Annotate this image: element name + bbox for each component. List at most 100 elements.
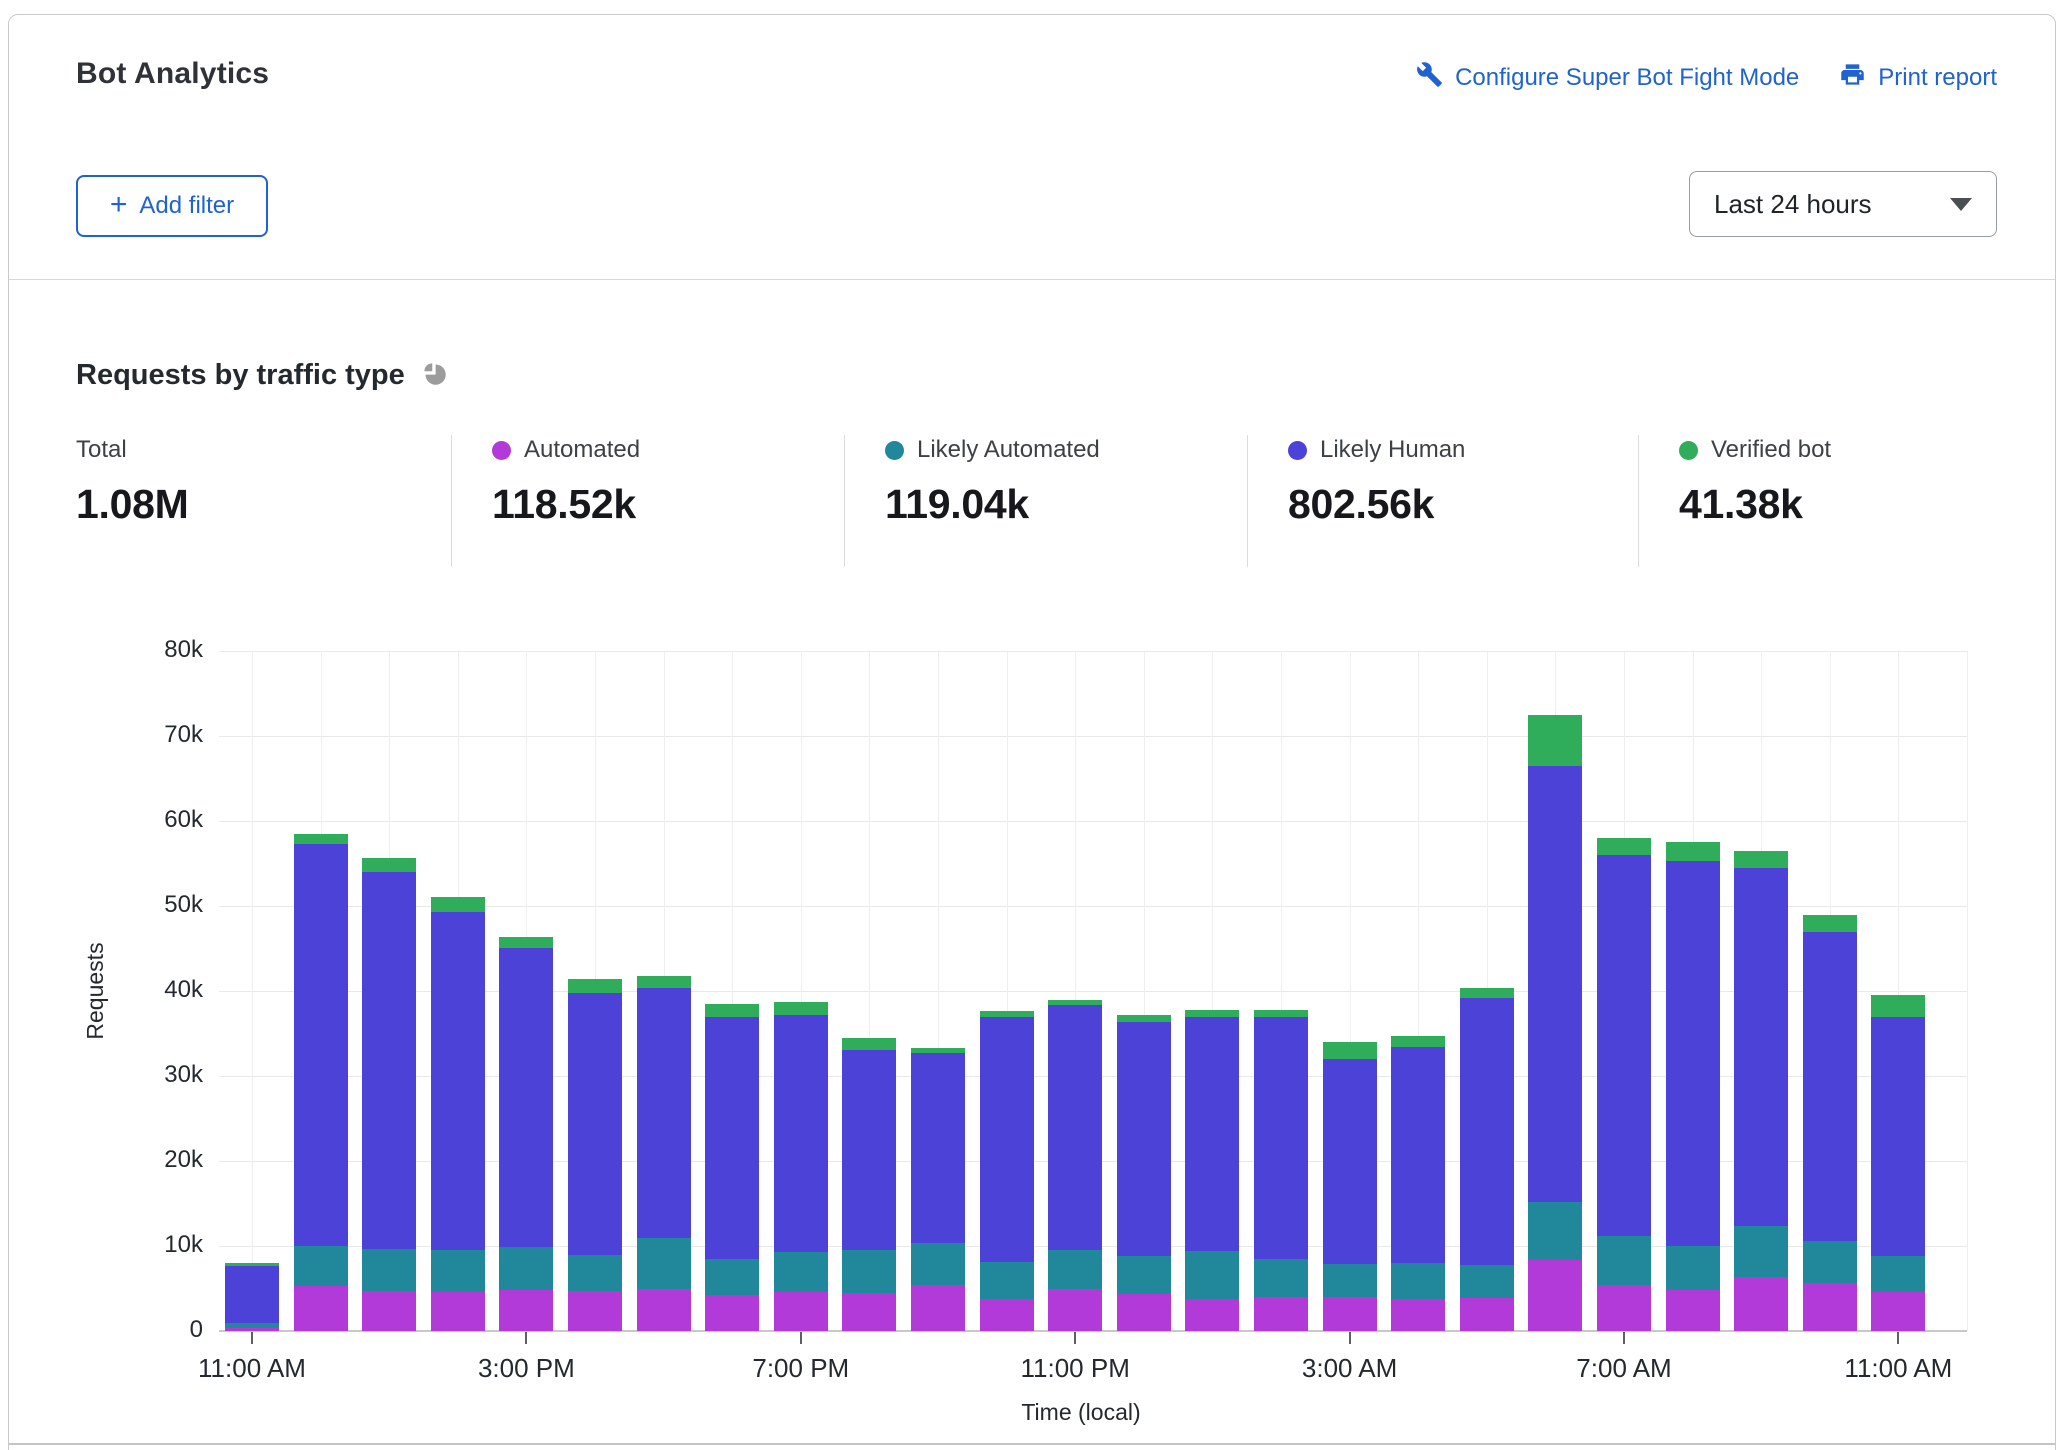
bar-segment-likely-automated[interactable] — [1734, 1226, 1788, 1277]
bar-9[interactable] — [842, 1038, 896, 1331]
bar-segment-automated[interactable] — [362, 1291, 416, 1331]
bar-segment-automated[interactable] — [1528, 1260, 1582, 1331]
bar-5[interactable] — [568, 979, 622, 1331]
bar-segment-likely-automated[interactable] — [1391, 1263, 1445, 1299]
bar-segment-verified-bot[interactable] — [1323, 1042, 1377, 1059]
bar-segment-verified-bot[interactable] — [1803, 915, 1857, 933]
bar-segment-verified-bot[interactable] — [294, 834, 348, 844]
bar-segment-likely-human[interactable] — [568, 993, 622, 1256]
bar-segment-automated[interactable] — [1185, 1299, 1239, 1331]
bar-segment-likely-automated[interactable] — [1528, 1202, 1582, 1260]
bar-segment-likely-automated[interactable] — [842, 1250, 896, 1293]
bar-segment-automated[interactable] — [705, 1295, 759, 1331]
bar-segment-verified-bot[interactable] — [1117, 1015, 1171, 1022]
bar-segment-likely-automated[interactable] — [499, 1247, 553, 1290]
bar-3[interactable] — [431, 897, 485, 1331]
bar-segment-likely-automated[interactable] — [1871, 1256, 1925, 1292]
bar-segment-automated[interactable] — [842, 1293, 896, 1331]
bar-segment-likely-human[interactable] — [1871, 1017, 1925, 1257]
bar-segment-verified-bot[interactable] — [1871, 995, 1925, 1016]
bar-segment-automated[interactable] — [1734, 1277, 1788, 1331]
bar-segment-automated[interactable] — [1597, 1285, 1651, 1331]
bar-segment-likely-human[interactable] — [499, 948, 553, 1247]
bar-segment-likely-human[interactable] — [1048, 1005, 1102, 1250]
bar-segment-likely-automated[interactable] — [1803, 1241, 1857, 1284]
bar-segment-verified-bot[interactable] — [499, 937, 553, 948]
bar-1[interactable] — [294, 834, 348, 1331]
bar-15[interactable] — [1254, 1010, 1308, 1331]
bar-segment-likely-human[interactable] — [1185, 1017, 1239, 1252]
bar-21[interactable] — [1666, 842, 1720, 1331]
bar-13[interactable] — [1117, 1015, 1171, 1331]
bar-segment-verified-bot[interactable] — [1528, 715, 1582, 766]
bar-segment-likely-human[interactable] — [980, 1017, 1034, 1262]
bar-segment-likely-human[interactable] — [1117, 1022, 1171, 1257]
bar-11[interactable] — [980, 1011, 1034, 1331]
bar-segment-verified-bot[interactable] — [705, 1004, 759, 1018]
bar-segment-likely-human[interactable] — [225, 1266, 279, 1324]
bar-segment-likely-automated[interactable] — [637, 1238, 691, 1289]
bar-segment-likely-automated[interactable] — [1254, 1259, 1308, 1297]
bar-2[interactable] — [362, 858, 416, 1331]
bar-segment-likely-human[interactable] — [1803, 932, 1857, 1241]
bar-segment-automated[interactable] — [1391, 1299, 1445, 1331]
bar-segment-likely-human[interactable] — [1597, 855, 1651, 1236]
add-filter-button[interactable]: + Add filter — [76, 175, 268, 237]
bar-segment-verified-bot[interactable] — [568, 979, 622, 993]
bar-segment-automated[interactable] — [225, 1328, 279, 1331]
bar-segment-automated[interactable] — [294, 1286, 348, 1331]
bar-segment-verified-bot[interactable] — [362, 858, 416, 872]
bar-segment-verified-bot[interactable] — [1460, 988, 1514, 998]
bar-segment-verified-bot[interactable] — [1391, 1036, 1445, 1047]
bar-segment-likely-human[interactable] — [362, 872, 416, 1249]
bar-23[interactable] — [1803, 915, 1857, 1331]
bar-segment-likely-automated[interactable] — [1597, 1236, 1651, 1285]
bar-segment-likely-human[interactable] — [1460, 998, 1514, 1265]
bar-segment-likely-human[interactable] — [637, 988, 691, 1238]
bar-segment-likely-human[interactable] — [842, 1050, 896, 1251]
bar-segment-likely-human[interactable] — [774, 1015, 828, 1252]
bar-segment-likely-human[interactable] — [705, 1017, 759, 1258]
bar-segment-likely-human[interactable] — [431, 912, 485, 1250]
bar-segment-likely-human[interactable] — [1254, 1017, 1308, 1258]
bar-segment-automated[interactable] — [980, 1299, 1034, 1331]
bar-segment-likely-human[interactable] — [1391, 1047, 1445, 1263]
bar-segment-likely-automated[interactable] — [1666, 1246, 1720, 1290]
bar-segment-likely-automated[interactable] — [705, 1259, 759, 1296]
bar-segment-likely-automated[interactable] — [1185, 1251, 1239, 1299]
bar-0[interactable] — [225, 1263, 279, 1331]
bar-6[interactable] — [637, 976, 691, 1331]
bar-24[interactable] — [1871, 995, 1925, 1331]
bar-14[interactable] — [1185, 1010, 1239, 1331]
bar-segment-automated[interactable] — [774, 1292, 828, 1331]
bar-12[interactable] — [1048, 1000, 1102, 1331]
bar-segment-likely-human[interactable] — [1528, 766, 1582, 1202]
print-report-link[interactable]: Print report — [1839, 61, 1997, 95]
bar-segment-automated[interactable] — [1254, 1297, 1308, 1331]
bar-segment-likely-automated[interactable] — [431, 1250, 485, 1292]
bar-segment-likely-human[interactable] — [1734, 868, 1788, 1227]
bar-segment-automated[interactable] — [1666, 1290, 1720, 1331]
bar-segment-likely-automated[interactable] — [1323, 1264, 1377, 1297]
bar-segment-automated[interactable] — [1117, 1294, 1171, 1331]
bar-segment-likely-automated[interactable] — [980, 1262, 1034, 1299]
bar-segment-verified-bot[interactable] — [431, 897, 485, 912]
bar-segment-automated[interactable] — [1323, 1297, 1377, 1331]
bar-segment-automated[interactable] — [1048, 1289, 1102, 1331]
bar-segment-automated[interactable] — [431, 1292, 485, 1331]
bar-segment-likely-automated[interactable] — [568, 1255, 622, 1291]
bar-segment-automated[interactable] — [1871, 1292, 1925, 1331]
bar-segment-likely-automated[interactable] — [774, 1252, 828, 1292]
bar-8[interactable] — [774, 1002, 828, 1331]
bar-segment-likely-automated[interactable] — [362, 1249, 416, 1292]
bar-22[interactable] — [1734, 851, 1788, 1331]
bar-segment-verified-bot[interactable] — [774, 1002, 828, 1015]
bar-segment-verified-bot[interactable] — [637, 976, 691, 989]
bar-18[interactable] — [1460, 988, 1514, 1331]
bar-segment-automated[interactable] — [911, 1285, 965, 1331]
bar-7[interactable] — [705, 1004, 759, 1331]
bar-16[interactable] — [1323, 1042, 1377, 1331]
bar-segment-verified-bot[interactable] — [1254, 1010, 1308, 1018]
bar-segment-likely-automated[interactable] — [1048, 1250, 1102, 1289]
bar-17[interactable] — [1391, 1036, 1445, 1331]
